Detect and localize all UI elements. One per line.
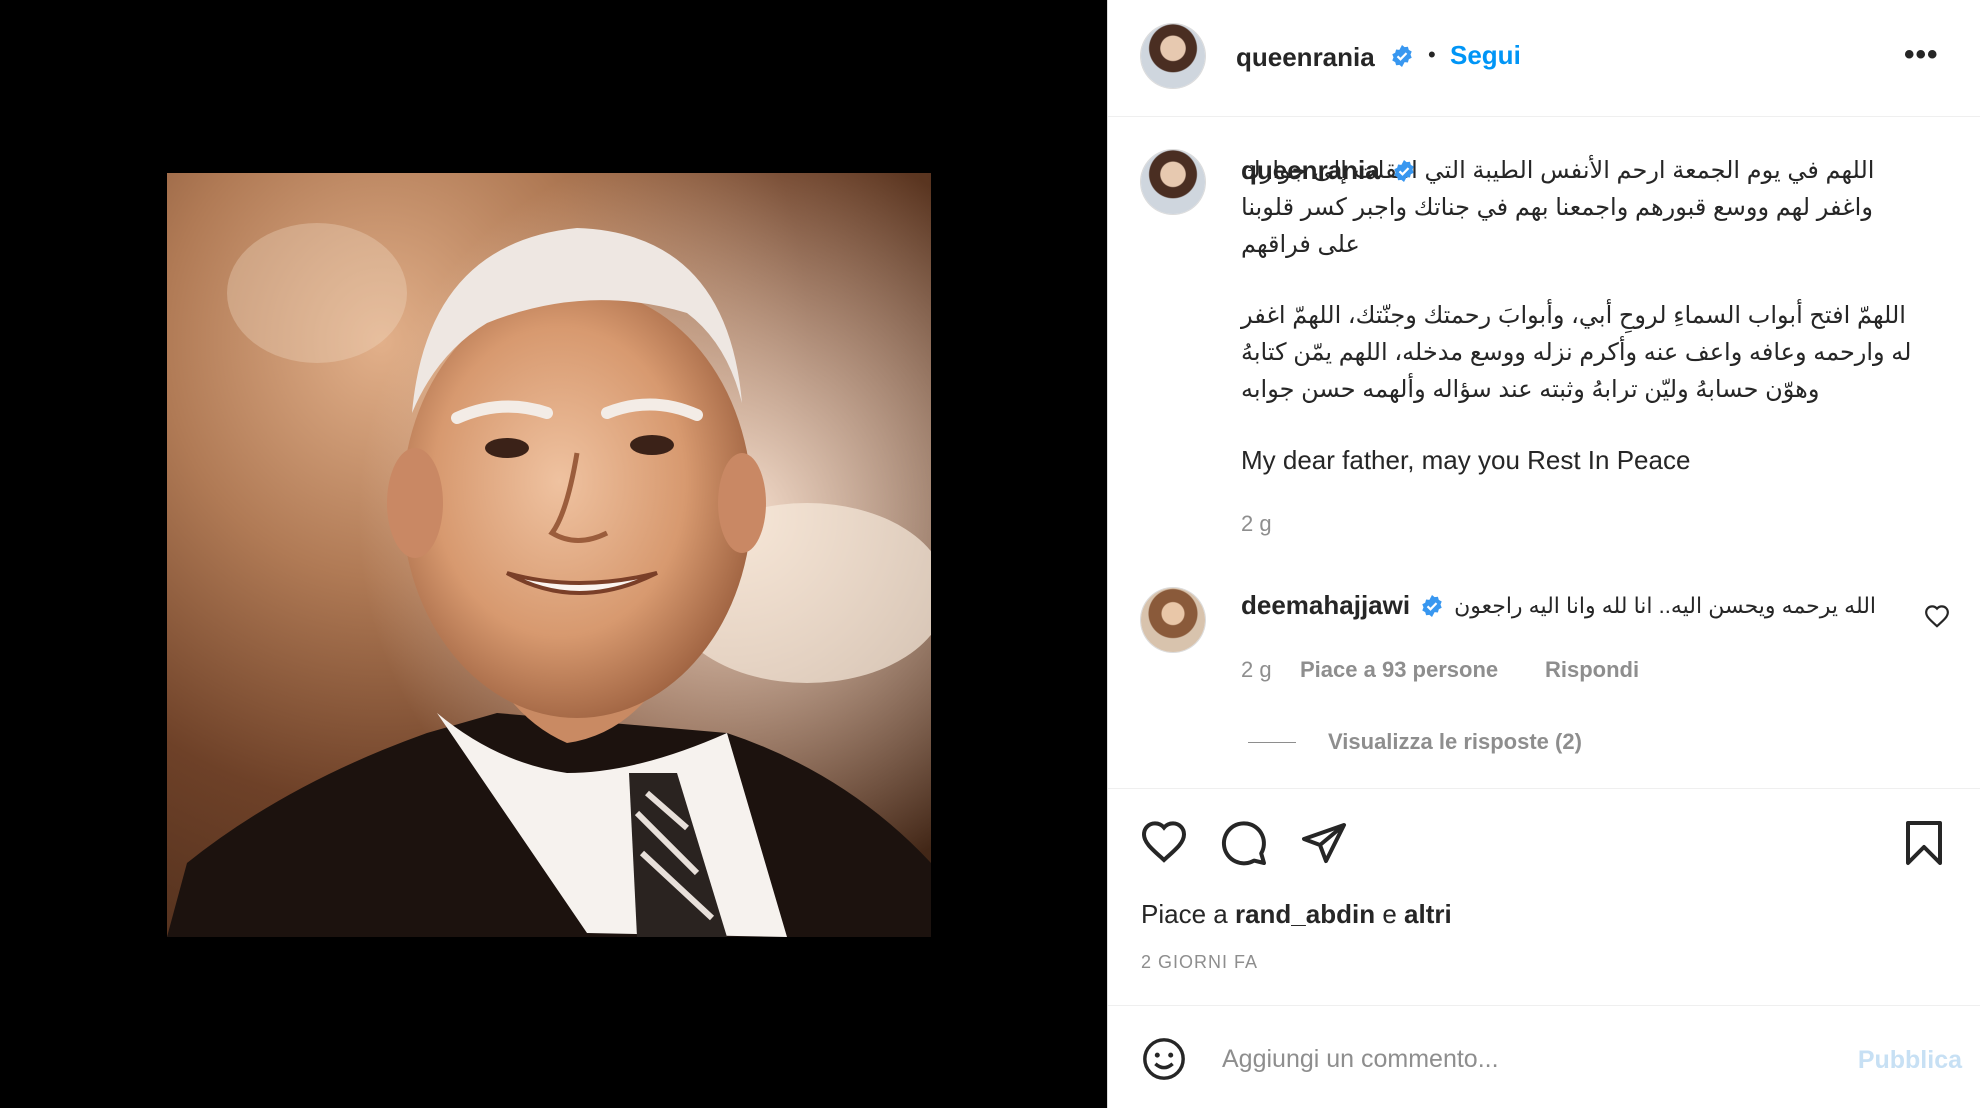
replies-divider — [1248, 742, 1296, 743]
likes-summary[interactable]: Piace a rand_abdin e altri — [1141, 899, 1452, 930]
caption-time[interactable]: 2 g — [1241, 511, 1272, 537]
follow-button[interactable]: Segui — [1450, 40, 1521, 71]
comment-bar: Pubblica — [1108, 1005, 1980, 1109]
heart-icon[interactable] — [1140, 819, 1188, 867]
post-side-panel: queenrania • Segui ••• queenrania اللهم … — [1107, 0, 1980, 1108]
comment-avatar[interactable] — [1141, 588, 1205, 652]
comment-time[interactable]: 2 g — [1241, 657, 1272, 683]
caption-paragraph-1: اللهم في يوم الجمعة ارحم الأنفس الطيبة ا… — [1241, 157, 1875, 258]
likes-others[interactable]: altri — [1404, 899, 1452, 929]
comment-icon[interactable] — [1220, 819, 1268, 867]
reply-button[interactable]: Rispondi — [1545, 657, 1639, 683]
comment-username[interactable]: deemahajjawi — [1241, 590, 1410, 621]
caption-paragraph-2: اللهمّ افتح أبواب السماءِ لروحِ أبي، وأب… — [1241, 302, 1912, 403]
comment-text: الله يرحمه ويحسن اليه.. انا لله وانا الي… — [1454, 592, 1877, 618]
likes-prefix: Piace a — [1141, 899, 1228, 929]
post-actions: Piace a rand_abdin e altri 2 GIORNI FA — [1108, 788, 1980, 1001]
comment-heart-icon[interactable] — [1924, 604, 1950, 630]
verified-badge-icon — [1422, 594, 1442, 617]
header-separator: • — [1428, 42, 1436, 67]
comment-likes[interactable]: Piace a 93 persone — [1300, 657, 1498, 683]
instagram-post-window: queenrania • Segui ••• queenrania اللهم … — [0, 0, 1980, 1108]
verified-badge-icon — [1392, 45, 1412, 67]
caption-avatar[interactable] — [1141, 150, 1205, 214]
post-media-area — [0, 0, 1107, 1108]
publish-button[interactable]: Pubblica — [1858, 1046, 1962, 1075]
view-replies-button[interactable]: Visualizza le risposte (2) — [1328, 729, 1582, 755]
author-username[interactable]: queenrania — [1236, 42, 1375, 73]
more-icon[interactable]: ••• — [1904, 38, 1939, 72]
bookmark-icon[interactable] — [1900, 819, 1948, 867]
share-icon[interactable] — [1300, 819, 1348, 867]
comment-body: deemahajjawi الله يرحمه ويحسن اليه.. انا… — [1241, 590, 1921, 621]
likes-join: e — [1382, 899, 1397, 929]
verified-badge-icon — [1394, 160, 1414, 182]
post-photo[interactable] — [167, 173, 931, 937]
emoji-icon[interactable] — [1141, 1036, 1187, 1082]
author-avatar[interactable] — [1141, 24, 1205, 88]
comment-input[interactable] — [1220, 1038, 1784, 1080]
post-date[interactable]: 2 GIORNI FA — [1141, 952, 1258, 973]
likes-user[interactable]: rand_abdin — [1235, 899, 1375, 929]
portrait-image — [167, 173, 931, 937]
caption-paragraph-3: My dear father, may you Rest In Peace — [1241, 445, 1691, 475]
caption: queenrania اللهم في يوم الجمعة ارحم الأن… — [1241, 152, 1921, 479]
post-header: queenrania • Segui ••• — [1108, 0, 1980, 117]
